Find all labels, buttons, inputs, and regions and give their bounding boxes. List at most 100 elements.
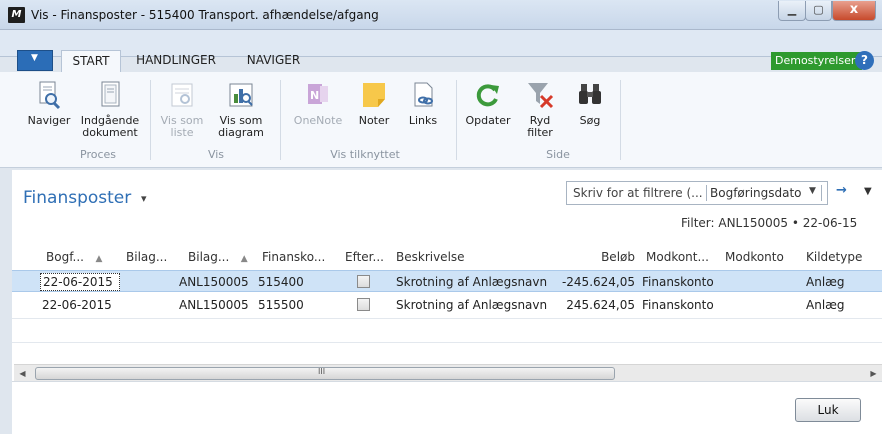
scroll-thumb[interactable]: III <box>35 367 615 380</box>
column-header-label: Bogf... <box>46 250 84 264</box>
group-label-vis-tilknyttet: Vis tilknyttet <box>330 148 400 161</box>
table-row[interactable]: 22-06-2015 ANL150005 515500 Skrotning af… <box>12 294 882 316</box>
links-label: Links <box>408 114 438 127</box>
cell-modkontotype: Finanskonto <box>642 298 714 312</box>
indgaaende-label-2: dokument <box>82 126 138 139</box>
filter-summary: Filter: ANL150005 • 22-06-15 <box>681 216 858 230</box>
onenote-button[interactable]: N OneNote <box>292 80 344 127</box>
search-filter-box[interactable]: Skriv for at filtrere (... Bogføringsdat… <box>566 181 828 205</box>
group-label-proces: Proces <box>80 148 116 161</box>
column-header-bogfoeringsdato[interactable]: Bogf... ▲ <box>46 250 102 264</box>
efterposteret-checkbox[interactable] <box>357 275 370 288</box>
row-divider <box>12 318 882 319</box>
links-button[interactable]: Links <box>404 80 442 127</box>
column-header-bilagsnr[interactable]: Bilag... ▲ <box>188 250 248 264</box>
ribbon-separator <box>456 80 457 160</box>
refresh-icon <box>473 80 503 110</box>
company-badge[interactable]: Demostyrelsen <box>771 52 862 70</box>
maximize-button[interactable]: ▢ <box>805 1 832 21</box>
cell-bilagsnr: ANL150005 <box>179 298 249 312</box>
list-view-icon <box>167 80 197 110</box>
naviger-label: Naviger <box>27 114 71 127</box>
cell-date: 22-06-2015 <box>42 298 112 312</box>
column-header-modkonto[interactable]: Modkonto <box>725 250 784 264</box>
chevron-down-icon[interactable]: ▾ <box>141 192 147 205</box>
column-header-kildetype[interactable]: Kildetype <box>806 250 862 264</box>
incoming-document-icon <box>95 80 125 110</box>
noter-label: Noter <box>358 114 390 127</box>
app-logo-icon: M <box>8 7 25 23</box>
group-label-side: Side <box>546 148 570 161</box>
horizontal-scrollbar[interactable]: ◀ III ▶ <box>14 364 882 381</box>
scroll-right-icon[interactable]: ▶ <box>865 366 882 381</box>
arrow-right-icon[interactable]: → <box>836 183 847 198</box>
cell-kildetype: Anlæg <box>806 275 845 289</box>
vis-som-liste-label-2: liste <box>170 126 194 139</box>
column-header-efterposteret[interactable]: Efter... <box>345 250 384 264</box>
naviger-button[interactable]: Naviger <box>24 80 74 127</box>
table-row[interactable]: 22-06-2015 ANL150005 515400 Skrotning af… <box>12 270 882 292</box>
cell-date[interactable]: 22-06-2015 <box>40 273 120 291</box>
binoculars-icon <box>575 80 605 110</box>
ryd-filter-button[interactable]: Ryd filter <box>520 80 560 139</box>
ribbon-separator <box>280 80 281 160</box>
sort-ascending-icon: ▲ <box>95 254 103 264</box>
ribbon-separator <box>150 80 151 160</box>
opdater-button[interactable]: Opdater <box>464 80 512 127</box>
navigate-document-icon <box>34 80 64 110</box>
onenote-icon: N <box>303 80 333 110</box>
chevron-down-icon: ▼ <box>31 53 38 63</box>
column-header-finanskonto[interactable]: Finansko... <box>262 250 325 264</box>
cell-bilagsnr: ANL150005 <box>179 275 249 289</box>
soeg-button[interactable]: Søg <box>572 80 608 127</box>
minimize-button[interactable]: ▁ <box>778 1 806 21</box>
soeg-label: Søg <box>579 114 601 127</box>
cell-kildetype: Anlæg <box>806 298 845 312</box>
chevron-down-icon[interactable]: ▼ <box>864 186 872 197</box>
link-icon <box>408 80 438 110</box>
page-title[interactable]: Finansposter <box>23 188 131 208</box>
scroll-left-icon[interactable]: ◀ <box>14 366 31 381</box>
close-window-button[interactable]: x <box>832 1 876 21</box>
tab-naviger[interactable]: NAVIGER <box>236 50 311 72</box>
indgaaende-dokument-button[interactable]: Indgående dokument <box>78 80 142 139</box>
note-icon <box>359 80 389 110</box>
cell-modkontotype: Finanskonto <box>642 275 714 289</box>
opdater-label: Opdater <box>465 114 511 127</box>
clear-filter-icon <box>525 80 555 110</box>
cell-beloeb: -245.624,05 <box>561 275 635 289</box>
chart-view-icon <box>226 80 256 110</box>
window-title: Vis - Finansposter - 515400 Transport. a… <box>31 8 379 22</box>
group-label-vis: Vis <box>207 148 225 161</box>
chevron-down-icon[interactable]: ▼ <box>809 186 816 196</box>
app-menu-button[interactable]: ▼ <box>17 50 53 71</box>
tab-start[interactable]: START <box>61 50 121 73</box>
search-input[interactable]: Skriv for at filtrere (... <box>573 186 703 200</box>
column-header-modkontotype[interactable]: Modkont... <box>646 250 709 264</box>
cell-finanskonto: 515400 <box>258 275 304 289</box>
column-header-label: Bilag... <box>188 250 230 264</box>
sort-ascending-icon: ▲ <box>240 254 248 264</box>
filter-field-select[interactable]: Bogføringsdato <box>710 186 802 200</box>
cell-beskrivelse: Skrotning af Anlægsnavn <box>396 275 548 289</box>
cell-finanskonto: 515500 <box>258 298 304 312</box>
page-footer <box>12 381 882 434</box>
column-header-bilagstype[interactable]: Bilag... <box>126 250 167 264</box>
ribbon-separator <box>620 80 621 160</box>
column-header-beskrivelse[interactable]: Beskrivelse <box>396 250 465 264</box>
svg-text:N: N <box>310 89 319 102</box>
help-icon[interactable]: ? <box>855 51 874 70</box>
filter-divider <box>706 185 707 201</box>
vis-som-diagram-button[interactable]: Vis som diagram <box>216 80 266 139</box>
vis-som-diagram-label-2: diagram <box>218 126 264 139</box>
tab-handlinger[interactable]: HANDLINGER <box>126 50 226 72</box>
column-header-beloeb[interactable]: Beløb <box>568 250 635 264</box>
noter-button[interactable]: Noter <box>354 80 394 127</box>
efterposteret-checkbox[interactable] <box>357 298 370 311</box>
cell-beloeb: 245.624,05 <box>566 298 635 312</box>
vis-som-liste-button[interactable]: Vis som liste <box>160 80 204 139</box>
ryd-filter-label-2: filter <box>527 126 553 139</box>
luk-button[interactable]: Luk <box>795 398 861 422</box>
onenote-label: OneNote <box>293 114 343 127</box>
cell-beskrivelse: Skrotning af Anlægsnavn <box>396 298 548 312</box>
